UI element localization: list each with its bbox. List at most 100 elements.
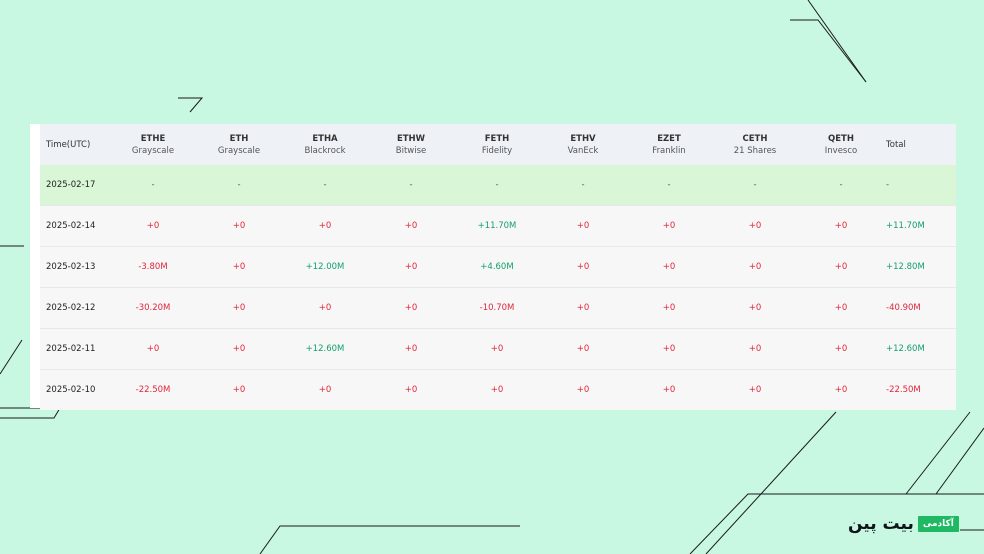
flow-cell: -: [368, 165, 454, 206]
flow-cell: +11.70M: [454, 205, 540, 247]
flow-cell: -: [196, 165, 282, 206]
column-header: FETH Fidelity: [454, 124, 540, 165]
column-ticker: EZET: [657, 133, 681, 144]
flow-cell: +0: [626, 369, 712, 410]
flow-cell: +0: [798, 287, 884, 329]
etf-flow-table: Time(UTC) ETHE Grayscale ETH Grayscale ETHA Bl…: [40, 124, 956, 410]
flow-cell: +0: [712, 328, 798, 370]
row-total: +12.80M: [884, 246, 956, 288]
row-total: +12.60M: [884, 328, 956, 370]
column-ticker: Total: [886, 139, 906, 150]
row-date: 2025-02-13: [40, 246, 110, 288]
flow-cell: +0: [368, 287, 454, 329]
row-date: 2025-02-11: [40, 328, 110, 370]
flow-cell: +0: [110, 328, 196, 370]
row-total: -40.90M: [884, 287, 956, 329]
flow-cell: +0: [368, 246, 454, 288]
column-issuer: Blackrock: [304, 145, 346, 156]
flow-cell: -: [712, 165, 798, 206]
column-ticker: ETHE: [140, 133, 166, 144]
flow-cell: +0: [196, 205, 282, 247]
flow-cell: +0: [454, 328, 540, 370]
flow-cell: -: [626, 165, 712, 206]
flow-cell: -22.50M: [110, 369, 196, 410]
flow-cell: +0: [540, 205, 626, 247]
row-total: -22.50M: [884, 369, 956, 410]
table-header-row: Time(UTC) ETHE Grayscale ETH Grayscale ETHA Bl…: [40, 124, 956, 165]
logo-badge: آکادمی: [917, 516, 959, 532]
table-row: 2025-02-11 +0 +0 +12.60M +0 +0 +0 +0 +0 +0 +12.60M: [40, 328, 956, 370]
row-date: 2025-02-14: [40, 205, 110, 247]
column-ticker: Time(UTC): [46, 139, 91, 150]
column-header: QETH Invesco: [798, 124, 884, 165]
flow-cell: -: [454, 165, 540, 206]
flow-cell: +0: [798, 205, 884, 247]
column-ticker: QETH: [828, 133, 854, 144]
flow-cell: +0: [368, 205, 454, 247]
flow-cell: +0: [454, 369, 540, 410]
column-ticker: ETHA: [312, 133, 338, 144]
row-date: 2025-02-10: [40, 369, 110, 410]
flow-cell: +0: [282, 205, 368, 247]
etf-flow-card: Time(UTC) ETHE Grayscale ETH Grayscale ETHA Bl…: [30, 124, 956, 410]
flow-cell: -10.70M: [454, 287, 540, 329]
column-header: EZET Franklin: [626, 124, 712, 165]
flow-cell: +0: [798, 246, 884, 288]
column-issuer: Fidelity: [481, 145, 513, 156]
row-date: 2025-02-17: [40, 165, 110, 206]
flow-cell: +0: [626, 328, 712, 370]
flow-cell: -: [110, 165, 196, 206]
column-ticker: ETH: [229, 133, 249, 144]
flow-cell: +0: [196, 328, 282, 370]
flow-cell: +0: [282, 287, 368, 329]
table-row: 2025-02-17- - - - - - - - - -: [40, 165, 956, 206]
flow-cell: -30.20M: [110, 287, 196, 329]
column-issuer: Bitwise: [395, 145, 427, 156]
flow-cell: +0: [712, 246, 798, 288]
row-date: 2025-02-12: [40, 287, 110, 329]
column-issuer: Franklin: [652, 145, 686, 156]
flow-cell: +0: [798, 328, 884, 370]
column-header: Time(UTC): [40, 124, 110, 165]
flow-cell: -: [282, 165, 368, 206]
flow-cell: +0: [712, 205, 798, 247]
column-ticker: ETHV: [570, 133, 596, 144]
column-header: ETH Grayscale: [196, 124, 282, 165]
flow-cell: +0: [282, 369, 368, 410]
row-total: +11.70M: [884, 205, 956, 247]
flow-cell: +0: [626, 205, 712, 247]
flow-cell: +12.00M: [282, 246, 368, 288]
flow-cell: +0: [368, 369, 454, 410]
flow-cell: +0: [368, 328, 454, 370]
table-body: 2025-02-17- - - - - - - - - -2025-02-14 +0 +0 +0 +0 +1…: [40, 165, 956, 410]
flow-cell: +0: [110, 205, 196, 247]
flow-cell: +0: [540, 246, 626, 288]
column-issuer: Grayscale: [131, 145, 175, 156]
table-row: 2025-02-13 -3.80M +0 +12.00M +0 +4.60M +0 +0 +0 +…: [40, 246, 956, 288]
flow-cell: +0: [196, 246, 282, 288]
flow-cell: +0: [540, 287, 626, 329]
column-header: ETHE Grayscale: [110, 124, 196, 165]
column-issuer: 21 Shares: [733, 145, 777, 156]
flow-cell: +0: [626, 246, 712, 288]
flow-cell: +0: [540, 328, 626, 370]
flow-cell: +4.60M: [454, 246, 540, 288]
flow-cell: -3.80M: [110, 246, 196, 288]
flow-cell: +0: [196, 287, 282, 329]
table-row: 2025-02-12 -30.20M +0 +0 +0 -10.70M +0 +0 +0 +0 -4…: [40, 287, 956, 329]
column-header: CETH 21 Shares: [712, 124, 798, 165]
flow-cell: +0: [712, 369, 798, 410]
column-header: ETHV VanEck: [540, 124, 626, 165]
flow-cell: +0: [540, 369, 626, 410]
column-issuer: Grayscale: [217, 145, 261, 156]
flow-cell: +0: [196, 369, 282, 410]
row-total: -: [884, 165, 956, 206]
flow-cell: -: [540, 165, 626, 206]
table-row: 2025-02-10 -22.50M +0 +0 +0 +0 +0 +0 +0 +0 -22.50M: [40, 369, 956, 410]
logo-wordmark: بیت پین: [848, 514, 914, 534]
column-ticker: FETH: [484, 133, 510, 144]
column-header: ETHW Bitwise: [368, 124, 454, 165]
flow-cell: +12.60M: [282, 328, 368, 370]
column-header: Total: [884, 124, 956, 165]
column-issuer: VanEck: [567, 145, 599, 156]
